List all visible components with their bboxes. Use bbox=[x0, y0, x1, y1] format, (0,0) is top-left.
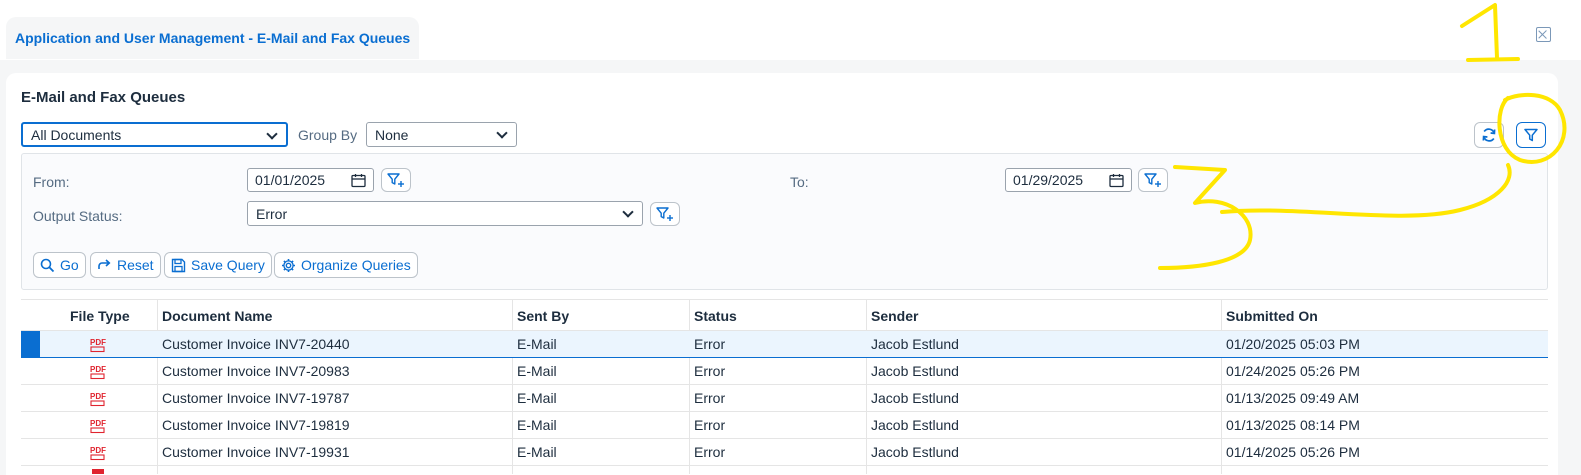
gear-icon bbox=[282, 258, 295, 272]
cell-sender: Jacob Estlund bbox=[871, 336, 959, 352]
from-label: From: bbox=[33, 174, 70, 190]
from-add-filter-button[interactable] bbox=[381, 168, 411, 192]
column-header-sender[interactable]: Sender bbox=[871, 300, 918, 331]
column-header-sent-by[interactable]: Sent By bbox=[517, 300, 569, 331]
output-status-label: Output Status: bbox=[33, 208, 123, 224]
status-add-filter-button[interactable] bbox=[650, 202, 680, 226]
cell-document-name: Customer Invoice INV7-19931 bbox=[162, 444, 350, 460]
page-title: E-Mail and Fax Queues bbox=[21, 89, 186, 106]
pdf-file-icon: PDF bbox=[90, 392, 106, 407]
row-selected-indicator bbox=[21, 331, 40, 357]
tab-strip: Application and User Management - E-Mail… bbox=[0, 0, 1581, 60]
go-button[interactable]: Go bbox=[33, 252, 86, 278]
cell-sent-by: E-Mail bbox=[517, 444, 557, 460]
save-query-label: Save Query bbox=[191, 257, 265, 273]
cell-sent-by: E-Mail bbox=[517, 417, 557, 433]
tab-title: Application and User Management - E-Mail… bbox=[15, 30, 411, 46]
column-header-submitted-on[interactable]: Submitted On bbox=[1226, 300, 1318, 331]
calendar-icon[interactable] bbox=[1109, 173, 1124, 188]
search-icon bbox=[40, 258, 55, 272]
organize-queries-button[interactable]: Organize Queries bbox=[274, 252, 418, 278]
cell-status: Error bbox=[694, 336, 726, 352]
from-date-value: 01/01/2025 bbox=[255, 172, 326, 188]
output-status-select[interactable]: Error bbox=[247, 201, 643, 226]
pdf-file-icon bbox=[92, 469, 104, 474]
cell-submitted-on: 01/13/2025 09:49 AM bbox=[1226, 390, 1360, 406]
pdf-icon-label: PDF bbox=[90, 365, 106, 374]
chevron-down-icon bbox=[622, 206, 634, 218]
pdf-icon-label: PDF bbox=[90, 419, 106, 428]
to-label: To: bbox=[790, 174, 809, 190]
group-by-label: Group By bbox=[298, 127, 358, 143]
reset-icon bbox=[98, 258, 111, 269]
save-query-button[interactable]: Save Query bbox=[164, 252, 272, 278]
table-row[interactable]: PDF Customer Invoice INV7-20440 E-Mail E… bbox=[21, 331, 1548, 358]
table-row[interactable]: PDF Customer Invoice INV7-19819 E-Mail E… bbox=[21, 412, 1548, 439]
filter-toggle-button[interactable] bbox=[1516, 122, 1546, 148]
refresh-icon bbox=[1482, 128, 1496, 142]
output-status-value: Error bbox=[256, 205, 288, 222]
cell-submitted-on: 01/24/2025 05:26 PM bbox=[1226, 363, 1360, 379]
cell-document-name: Customer Invoice INV7-20983 bbox=[162, 363, 350, 379]
table-header: File Type Document Name Sent By Status S… bbox=[21, 299, 1548, 331]
pdf-icon-label: PDF bbox=[90, 338, 106, 347]
table-row[interactable]: PDF Customer Invoice INV7-19931 E-Mail E… bbox=[21, 439, 1548, 466]
filter-icon bbox=[1524, 128, 1538, 142]
group-by-value: None bbox=[375, 126, 409, 143]
to-date-input[interactable]: 01/29/2025 bbox=[1005, 168, 1132, 192]
filter-add-icon bbox=[656, 207, 673, 221]
view-select[interactable]: All Documents bbox=[21, 122, 288, 147]
organize-queries-label: Organize Queries bbox=[301, 257, 411, 273]
table-row[interactable]: PDF Customer Invoice INV7-19787 E-Mail E… bbox=[21, 385, 1548, 412]
save-icon bbox=[171, 258, 186, 272]
column-header-document-name[interactable]: Document Name bbox=[162, 300, 272, 331]
filter-add-icon bbox=[387, 173, 404, 187]
to-add-filter-button[interactable] bbox=[1138, 168, 1168, 192]
pdf-file-icon: PDF bbox=[90, 365, 106, 380]
close-window-icon[interactable] bbox=[1536, 27, 1551, 42]
cell-status: Error bbox=[694, 390, 726, 406]
reset-button[interactable]: Reset bbox=[90, 252, 161, 278]
cell-document-name: Customer Invoice INV7-19787 bbox=[162, 390, 350, 406]
cell-submitted-on: 01/20/2025 05:03 PM bbox=[1226, 336, 1360, 352]
table-row-partial bbox=[21, 466, 1548, 474]
group-by-select[interactable]: None bbox=[366, 122, 517, 147]
tab-email-fax-queues[interactable]: Application and User Management - E-Mail… bbox=[6, 17, 420, 59]
calendar-icon[interactable] bbox=[351, 173, 366, 188]
cell-sender: Jacob Estlund bbox=[871, 390, 959, 406]
filter-bar: From: 01/01/2025 To: 01/29/2025 Output S… bbox=[21, 153, 1548, 290]
chevron-down-icon bbox=[496, 127, 508, 139]
to-date-value: 01/29/2025 bbox=[1013, 172, 1084, 188]
cell-sent-by: E-Mail bbox=[517, 363, 557, 379]
table-row[interactable]: PDF Customer Invoice INV7-20983 E-Mail E… bbox=[21, 358, 1548, 385]
cell-sender: Jacob Estlund bbox=[871, 363, 959, 379]
pdf-file-icon: PDF bbox=[90, 446, 106, 461]
view-select-value: All Documents bbox=[31, 126, 122, 143]
cell-sender: Jacob Estlund bbox=[871, 417, 959, 433]
cell-status: Error bbox=[694, 417, 726, 433]
cell-sent-by: E-Mail bbox=[517, 390, 557, 406]
pdf-file-icon: PDF bbox=[90, 419, 106, 434]
go-label: Go bbox=[60, 257, 79, 273]
cell-status: Error bbox=[694, 444, 726, 460]
column-header-file-type[interactable]: File Type bbox=[70, 300, 130, 331]
app-root: Application and User Management - E-Mail… bbox=[0, 0, 1581, 475]
pdf-file-icon: PDF bbox=[90, 338, 106, 353]
cell-submitted-on: 01/13/2025 08:14 PM bbox=[1226, 417, 1360, 433]
main-card: E-Mail and Fax Queues All Documents Grou… bbox=[6, 73, 1558, 475]
cell-document-name: Customer Invoice INV7-19819 bbox=[162, 417, 350, 433]
from-date-input[interactable]: 01/01/2025 bbox=[247, 168, 374, 192]
pdf-icon-label: PDF bbox=[90, 446, 106, 455]
chevron-down-icon bbox=[266, 128, 278, 140]
pdf-icon-label: PDF bbox=[90, 392, 106, 401]
cell-document-name: Customer Invoice INV7-20440 bbox=[162, 336, 350, 352]
cell-submitted-on: 01/14/2025 05:26 PM bbox=[1226, 444, 1360, 460]
filter-add-icon bbox=[1144, 173, 1161, 187]
reset-label: Reset bbox=[117, 257, 154, 273]
cell-status: Error bbox=[694, 363, 726, 379]
cell-sent-by: E-Mail bbox=[517, 336, 557, 352]
refresh-button[interactable] bbox=[1474, 122, 1504, 148]
cell-sender: Jacob Estlund bbox=[871, 444, 959, 460]
column-header-status[interactable]: Status bbox=[694, 300, 737, 331]
